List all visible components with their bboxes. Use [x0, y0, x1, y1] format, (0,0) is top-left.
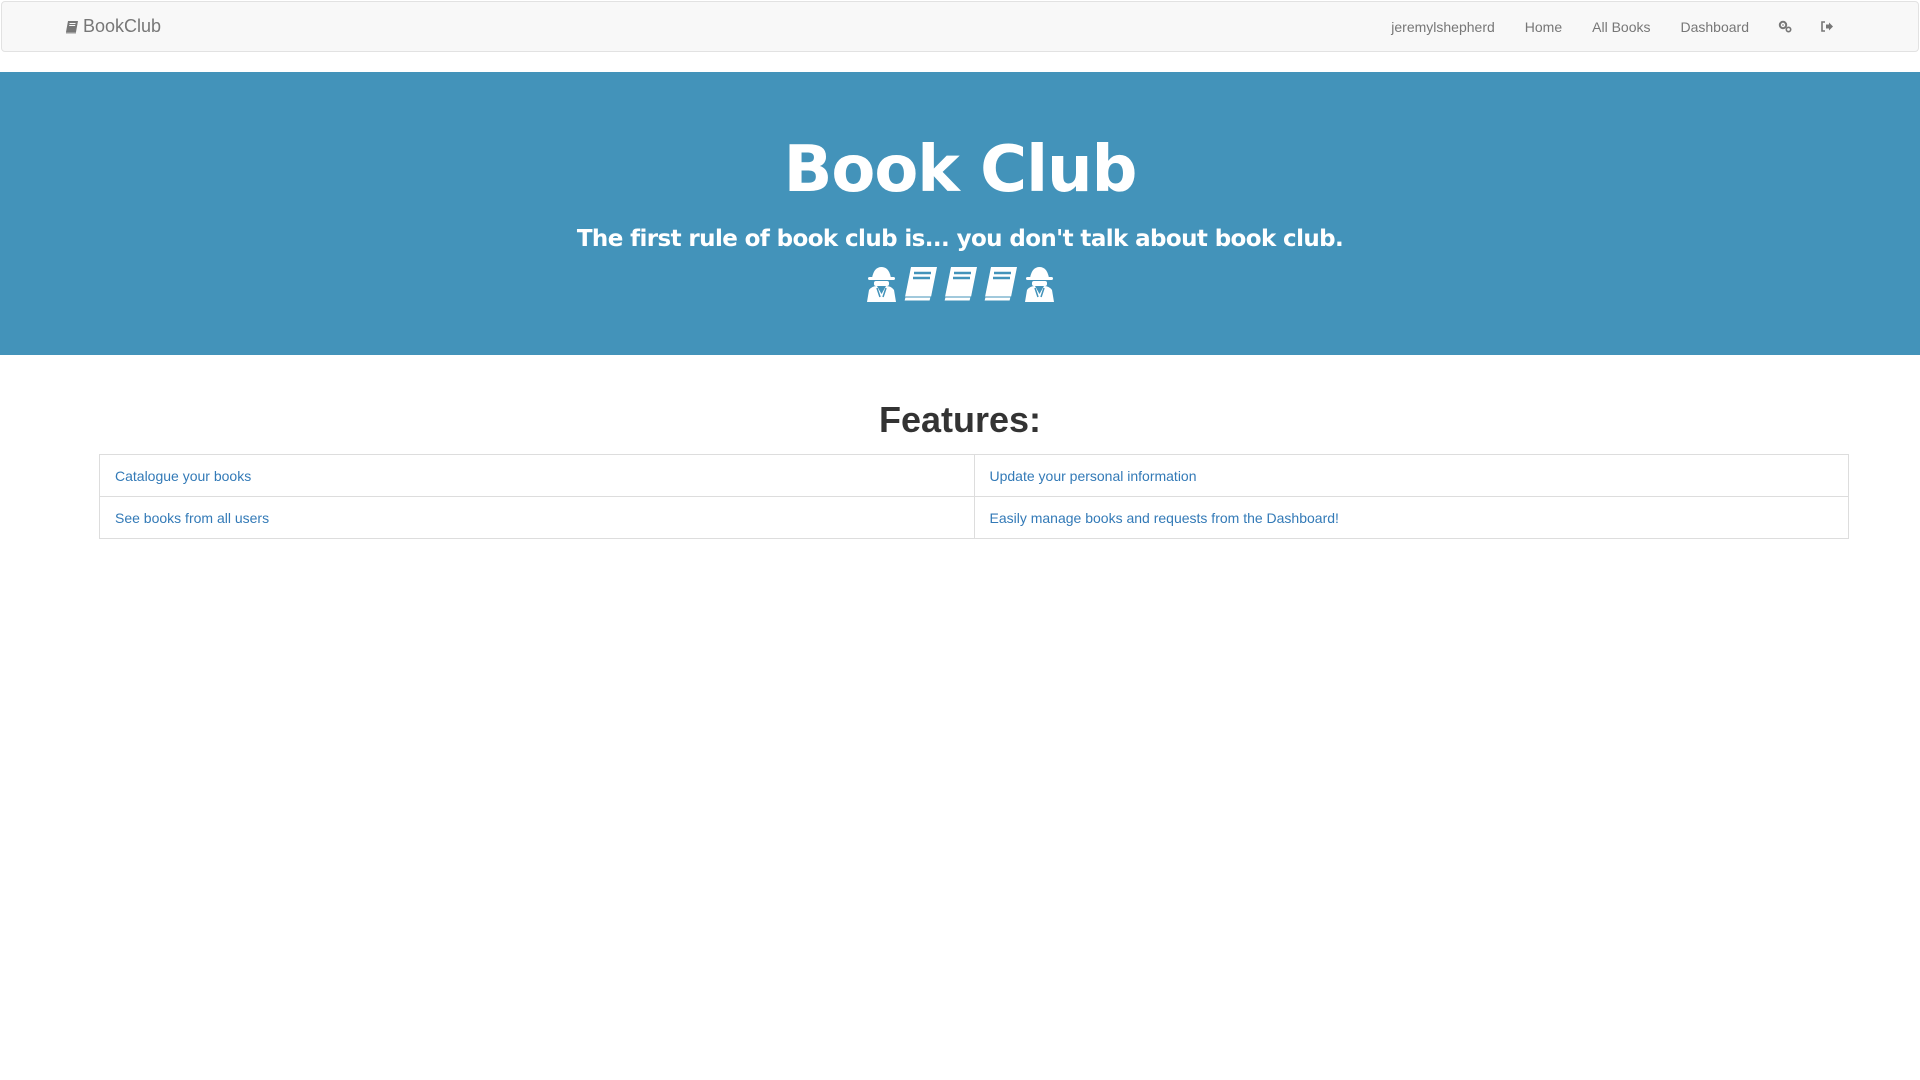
nav-link-all-books[interactable]: All Books — [1577, 2, 1665, 51]
table-row: See books from all users Easily manage b… — [99, 496, 1849, 539]
navbar-right: jeremylshepherd Home All Books Dashboard — [1376, 2, 1848, 51]
navbar: BookClub jeremylshepherd Home All Books … — [1, 1, 1919, 52]
hero-icon-row — [0, 264, 1920, 302]
brand-label: BookClub — [83, 16, 162, 36]
brand-link[interactable]: BookClub — [65, 2, 161, 51]
settings-link[interactable] — [1764, 2, 1806, 51]
hero-title: Book Club — [783, 133, 1138, 207]
logout-link[interactable] — [1806, 2, 1848, 51]
nav-link-home[interactable]: Home — [1510, 2, 1577, 51]
feature-manage-dashboard[interactable]: Easily manage books and requests from th… — [973, 496, 1849, 539]
hero-jumbotron: Book Club The first rule of book club is… — [0, 72, 1920, 355]
book-icon — [982, 264, 1019, 302]
feature-update-personal-info[interactable]: Update your personal information — [973, 454, 1849, 497]
hero-subtitle: The first rule of book club is... you do… — [576, 226, 1344, 252]
features-heading: Features: — [878, 399, 1042, 440]
book-icon — [65, 19, 81, 35]
table-row: Catalogue your books Update your persona… — [99, 454, 1849, 497]
user-secret-icon — [1022, 264, 1057, 302]
nav-link-dashboard[interactable]: Dashboard — [1666, 2, 1765, 51]
book-icon — [942, 264, 979, 302]
feature-see-all-books[interactable]: See books from all users — [99, 496, 975, 539]
gears-icon — [1778, 20, 1792, 33]
sign-out-icon — [1820, 20, 1834, 33]
feature-catalogue-books[interactable]: Catalogue your books — [99, 454, 975, 497]
nav-link-username[interactable]: jeremylshepherd — [1376, 2, 1510, 51]
book-icon — [902, 264, 939, 302]
features-table: Catalogue your books Update your persona… — [99, 454, 1849, 539]
user-secret-icon — [864, 264, 899, 302]
